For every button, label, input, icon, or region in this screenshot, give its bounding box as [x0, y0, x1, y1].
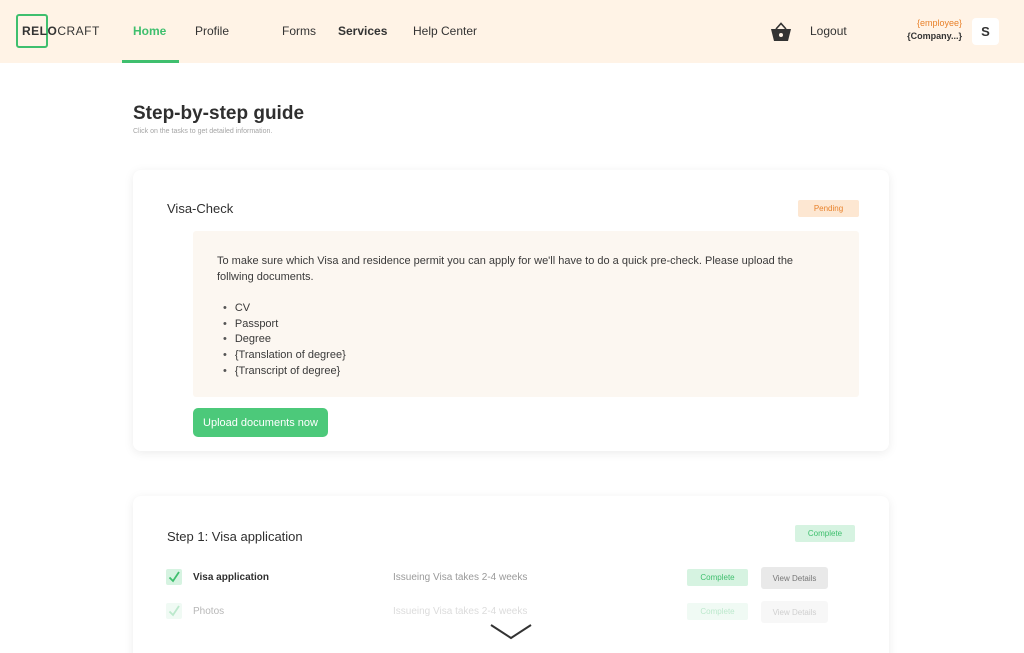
- document-list: CV Passport Degree {Translation of degre…: [223, 301, 346, 380]
- task-row[interactable]: Visa application Issueing Visa takes 2-4…: [166, 566, 856, 590]
- page-subtitle: Click on the tasks to get detailed infor…: [133, 128, 273, 135]
- logo-text-light: CRAFT: [57, 24, 100, 38]
- list-item: Degree: [223, 332, 346, 348]
- task-note: Issueing Visa takes 2-4 weeks: [393, 572, 528, 583]
- logo-text-bold: RELO: [22, 24, 58, 38]
- top-navigation-bar: RELOCRAFT Home Profile Forms Services He…: [0, 0, 1024, 63]
- task-note: Issueing Visa takes 2-4 weeks: [393, 606, 528, 617]
- list-item: CV: [223, 301, 346, 317]
- basket-icon[interactable]: [770, 22, 792, 42]
- list-item: Passport: [223, 317, 346, 333]
- checkmark-icon: [166, 603, 182, 619]
- status-badge: Complete: [687, 569, 748, 586]
- avatar[interactable]: S: [972, 18, 999, 45]
- visa-check-card[interactable]: Visa-Check Pending To make sure which Vi…: [133, 170, 889, 451]
- relocraft-logo[interactable]: RELOCRAFT: [16, 14, 99, 48]
- page-title: Step-by-step guide: [133, 103, 305, 124]
- status-badge: Complete: [795, 525, 855, 542]
- upload-documents-button[interactable]: Upload documents now: [193, 408, 328, 437]
- chevron-down-icon[interactable]: [490, 620, 532, 642]
- info-box: To make sure which Visa and residence pe…: [193, 231, 859, 397]
- card-title: Visa-Check: [167, 201, 234, 216]
- task-name: Visa application: [193, 572, 269, 583]
- card-title: Step 1: Visa application: [167, 529, 303, 544]
- user-role: {employee}: [916, 18, 962, 28]
- info-description: To make sure which Visa and residence pe…: [217, 255, 794, 283]
- nav-profile[interactable]: Profile: [195, 24, 229, 38]
- view-details-button[interactable]: View Details: [761, 601, 828, 623]
- task-name: Photos: [193, 606, 225, 617]
- nav-services[interactable]: Services: [338, 24, 387, 38]
- nav-active-indicator: [122, 60, 179, 63]
- checkmark-icon: [166, 569, 182, 585]
- logout-link[interactable]: Logout: [810, 24, 847, 38]
- user-company: {Company...}: [907, 31, 962, 41]
- nav-forms[interactable]: Forms: [282, 24, 316, 38]
- list-item: {Translation of degree}: [223, 348, 346, 364]
- list-item: {Transcript of degree}: [223, 364, 346, 380]
- nav-home[interactable]: Home: [133, 24, 166, 38]
- nav-help-center[interactable]: Help Center: [413, 24, 477, 38]
- status-badge: Complete: [687, 603, 748, 620]
- status-badge: Pending: [798, 200, 859, 217]
- view-details-button[interactable]: View Details: [761, 567, 828, 589]
